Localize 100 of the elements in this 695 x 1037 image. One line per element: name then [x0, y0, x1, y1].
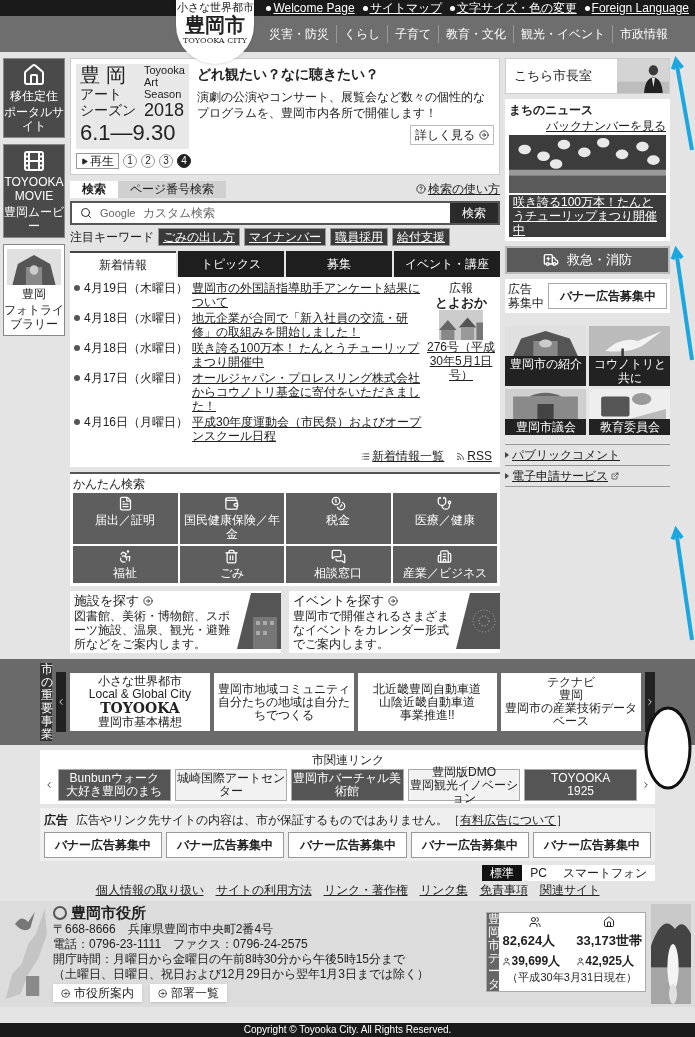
- banner-text: 豊岡市の産業技術データベース: [504, 702, 639, 728]
- top-link[interactable]: Foreign Language: [584, 1, 689, 15]
- photo-tile[interactable]: コウノトリと共に: [589, 326, 670, 386]
- display-option[interactable]: PC: [522, 865, 555, 881]
- people-icon: [529, 916, 542, 928]
- footer-link[interactable]: サイトの利用方法: [215, 883, 312, 897]
- side-link[interactable]: 電子申請サービス: [512, 469, 608, 483]
- keyword-link[interactable]: ごみの出し方: [158, 228, 240, 246]
- list-icon: [361, 451, 371, 461]
- news-list-link[interactable]: 新着情報一覧: [361, 447, 445, 465]
- news-caption[interactable]: 咲き誇る100万本！たんとうチューリップまつり開催中: [509, 195, 666, 237]
- banner-text: 豊岡: [559, 689, 584, 702]
- news-link[interactable]: 平成30年度運動会（市民祭）およびオープンスクール日程: [192, 415, 422, 443]
- news-tab[interactable]: トピックス: [178, 251, 284, 277]
- ad-banner[interactable]: バナー広告募集中: [410, 832, 529, 858]
- side-link[interactable]: パブリックコメント: [512, 448, 620, 462]
- search-button[interactable]: 検索: [450, 203, 498, 223]
- rss-link[interactable]: RSS: [456, 447, 492, 465]
- bullet-icon: [74, 345, 80, 351]
- related-banner[interactable]: TOYOOKA 1925: [524, 769, 637, 801]
- office-button[interactable]: 部署一覧: [150, 984, 227, 1002]
- quick-search-button[interactable]: 届出／証明: [73, 493, 178, 544]
- banner-text: 自分たちの地域は自分たちでつくる: [216, 695, 351, 722]
- office-info: 開庁時間：月曜日から金曜日の午前8時30分から午後5時15分まで: [53, 952, 407, 966]
- news-tab[interactable]: 新着情報: [70, 251, 176, 277]
- ad-banner[interactable]: バナー広告募集中: [548, 283, 667, 309]
- banner-link[interactable]: TOYOOKA MOVIE 豊岡ムービー: [3, 144, 65, 238]
- nav-link[interactable]: 観光・イベント: [513, 25, 612, 43]
- more-button[interactable]: 詳しく見る: [410, 125, 494, 145]
- project-banner[interactable]: 小さな世界都市 Local & Global City TOYOOKA 豊岡市基本構想: [70, 673, 210, 731]
- display-option[interactable]: 標準: [482, 865, 523, 881]
- quick-search-button[interactable]: ごみ: [179, 546, 284, 583]
- office-info: 電話：0796-23-1111 ファクス：0796-24-2575: [53, 937, 309, 951]
- quick-search-button[interactable]: 産業／ビジネス: [392, 546, 497, 583]
- nav-link[interactable]: くらし: [336, 25, 387, 43]
- news-date: 4月18日（水曜日）: [84, 341, 189, 355]
- footer-link[interactable]: 個人情報の取り扱い: [95, 883, 204, 897]
- news-tab[interactable]: イベント・講座: [394, 251, 500, 277]
- top-link[interactable]: 文字サイズ・色の変更: [449, 1, 577, 15]
- project-banner[interactable]: 北近畿豊岡自動車道 山陰近畿自動車道 事業推進!!: [357, 673, 498, 731]
- search-tab[interactable]: 検索: [70, 181, 118, 198]
- nav-link[interactable]: 子育て: [387, 25, 438, 43]
- footer-link[interactable]: 免責事項: [479, 883, 528, 897]
- quick-search-button[interactable]: 税金: [286, 493, 391, 544]
- quick-search-button[interactable]: 医療／健康: [392, 493, 497, 544]
- news-link[interactable]: 地元企業が合同で「新入社員の交流・研修」の取組みを開始しました！: [192, 311, 422, 339]
- keyword-link[interactable]: 給付支援: [392, 228, 450, 246]
- keyword-link[interactable]: 職員採用: [330, 228, 388, 246]
- footer-link[interactable]: 関連サイト: [539, 883, 600, 897]
- banner-link[interactable]: 豊岡 フォトライブラリー: [3, 244, 65, 336]
- search-input[interactable]: カスタム検索: [143, 204, 450, 222]
- stethoscope-icon: [437, 496, 453, 511]
- play-button[interactable]: 再生: [76, 153, 119, 169]
- search-field[interactable]: Google カスタム検索 検索: [70, 201, 500, 225]
- display-option[interactable]: スマートフォン: [555, 865, 655, 881]
- building-icon: [437, 549, 453, 564]
- top-link[interactable]: サイトマップ: [362, 1, 442, 15]
- office-button[interactable]: 市役所案内: [53, 984, 142, 1002]
- project-banner[interactable]: テクナビ 豊岡 豊岡市の産業技術データベース: [501, 673, 641, 731]
- footer-link[interactable]: リンク・著作権: [323, 883, 408, 897]
- news-date: 4月16日（月曜日）: [84, 415, 189, 429]
- photo-tile[interactable]: 豊岡市の紹介: [505, 326, 586, 386]
- banner-text: TOYOOKA: [551, 772, 611, 785]
- nav-link[interactable]: 災害・防災: [262, 25, 336, 43]
- bullet-icon: [74, 419, 80, 425]
- photo-tile[interactable]: 豊岡市議会: [505, 389, 586, 435]
- quick-search-button[interactable]: 相談窓口: [286, 546, 391, 583]
- finder-card[interactable]: 施設を探す 図書館、美術・博物館、スポーツ施設、温泉、観光・避難所などをご案内します。: [70, 591, 281, 653]
- ad-banner[interactable]: バナー広告募集中: [44, 832, 163, 858]
- photo-tile[interactable]: 教育委員会: [589, 389, 670, 435]
- keyword-link[interactable]: マイナンバー: [244, 228, 326, 246]
- ad-banner[interactable]: バナー広告募集中: [166, 832, 285, 858]
- ads-info-link[interactable]: 有料広告について: [460, 813, 556, 827]
- logo-romaji: TOYOOKA CITY: [182, 36, 248, 46]
- nav-link[interactable]: 市政情報: [612, 25, 675, 43]
- top-link[interactable]: Welcome Page: [266, 1, 355, 15]
- quick-search-button[interactable]: 福祉: [73, 546, 178, 583]
- ad-sublabel: 募集中: [508, 296, 544, 310]
- finder-card[interactable]: イベントを探す 豊岡市で開催されるさまざまなイベントをカレンダー形式でご案内します。: [289, 591, 500, 653]
- news-link[interactable]: 豊岡市の外国語指導助手アンケート結果について: [192, 281, 422, 309]
- footer-link[interactable]: リンク集: [419, 883, 468, 897]
- emergency-button[interactable]: 救急・消防: [505, 246, 670, 274]
- banner-text: Bunbunウォーク: [69, 772, 159, 785]
- news-tab[interactable]: 募集: [286, 251, 392, 277]
- ad-banner[interactable]: バナー広告募集中: [288, 832, 407, 858]
- koho-link[interactable]: 276号（平成30年5月1日号）: [426, 340, 496, 382]
- banner-text: 小さな世界都市: [97, 675, 182, 688]
- banner-link[interactable]: 移住定住 ポータルサイト: [3, 58, 65, 138]
- back-numbers-link[interactable]: バックナンバーを見る: [546, 119, 666, 133]
- search-tab[interactable]: ページ番号検索: [118, 181, 226, 198]
- ad-banner[interactable]: バナー広告募集中: [532, 832, 651, 858]
- news-link[interactable]: 咲き誇る100万本！ たんとうチューリップまつり開催中: [192, 341, 422, 369]
- quick-search-button[interactable]: 国民健康保険／年金: [179, 493, 284, 544]
- related-banner[interactable]: Bunbunウォーク 大好き豊岡のまち: [58, 769, 171, 801]
- help-link[interactable]: 検索の使い方: [416, 180, 500, 198]
- mayor-banner[interactable]: こちら市長室: [505, 58, 670, 94]
- project-banner[interactable]: 豊岡市地域コミュニティ 自分たちの地域は自分たちでつくる: [213, 673, 354, 731]
- help-icon: [416, 184, 426, 194]
- news-link[interactable]: オールジャパン・プロレスリング株式会社からコウノトリ基金に寄付をいただきました！: [192, 371, 422, 413]
- nav-link[interactable]: 教育・文化: [438, 25, 513, 43]
